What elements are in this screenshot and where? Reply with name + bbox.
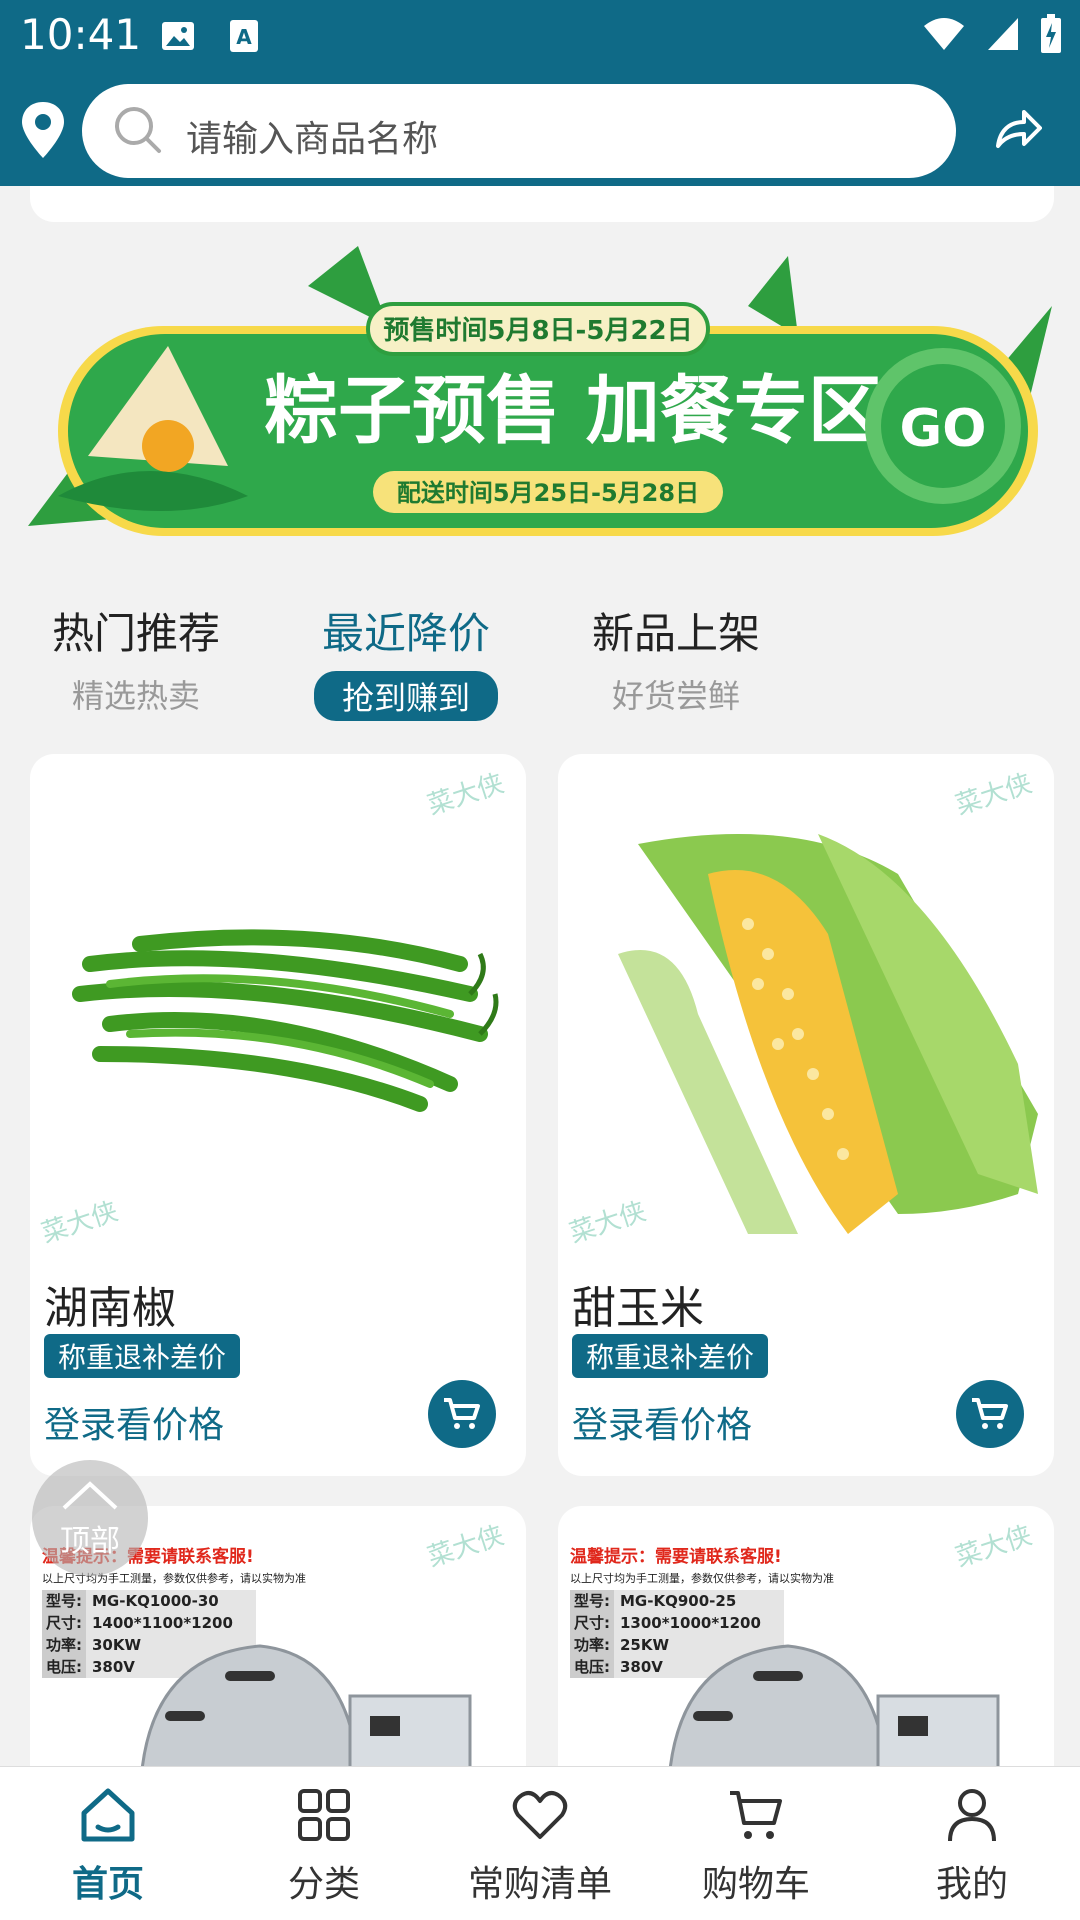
location-pin-icon[interactable] <box>20 100 66 160</box>
tab-sublabel: 精选热卖 <box>71 677 200 715</box>
spec-model: MG-KQ900-25 <box>614 1590 784 1612</box>
nav-favorites[interactable]: 常购清单 <box>432 1783 648 1907</box>
presale-time: 预售时间5月8日-5月22日 <box>383 315 692 346</box>
search-input[interactable]: 请输入商品名称 <box>82 84 956 178</box>
signal-icon <box>988 18 1018 50</box>
gallery-icon <box>162 22 194 50</box>
share-icon[interactable] <box>994 104 1042 152</box>
back-to-top-label: 顶部 <box>60 1524 120 1559</box>
banner-title: 粽子预售 加餐专区 <box>264 368 882 454</box>
user-icon <box>948 1789 996 1842</box>
grid-icon <box>298 1789 350 1841</box>
banner-art: 预售时间5月8日-5月22日 粽子预售 加餐专区 配送时间5月25日-5月28日… <box>28 246 1052 536</box>
watermark: 菜大侠 <box>952 1520 1036 1574</box>
watermark: 菜大侠 <box>424 1520 508 1574</box>
cart-icon <box>972 1398 1008 1429</box>
spec-key: 电压: <box>42 1656 86 1678</box>
spec-key: 功率: <box>42 1634 86 1656</box>
product-price[interactable]: 登录看价格 <box>572 1396 752 1448</box>
product-name: 甜玉米 <box>572 1283 704 1334</box>
watermark: 菜大侠 <box>424 768 508 822</box>
bottom-nav: 首页 分类 常购清单 购物车 我的 <box>0 1766 1080 1920</box>
back-to-top-button[interactable]: 顶部 <box>32 1460 148 1576</box>
app-header: 10:41 A 请输入商品名称 <box>0 0 1080 186</box>
go-button-label: GO <box>900 399 987 459</box>
battery-charging-icon <box>1041 14 1061 53</box>
product-price[interactable]: 登录看价格 <box>44 1396 224 1448</box>
chevron-up-icon <box>62 1481 118 1510</box>
cart-icon <box>444 1398 480 1429</box>
watermark: 菜大侠 <box>38 1196 122 1250</box>
spec-key: 尺寸: <box>570 1612 614 1634</box>
category-card <box>30 186 1054 222</box>
spec-key: 功率: <box>570 1634 614 1656</box>
search-placeholder: 请输入商品名称 <box>186 119 439 160</box>
product-card[interactable]: 菜大侠 菜大侠 甜玉米 称重退补差价 登录看价格 <box>558 754 1054 1476</box>
product-image-corn <box>618 834 1038 1234</box>
product-tag: 称重退补差价 <box>44 1334 241 1378</box>
keyboard-a-icon: A <box>230 20 258 52</box>
dragon-boat-banner[interactable]: 预售时间5月8日-5月22日 粽子预售 加餐专区 配送时间5月25日-5月28日… <box>28 246 1052 546</box>
product-name: 湖南椒 <box>44 1283 176 1334</box>
add-to-cart-button[interactable] <box>428 1380 496 1448</box>
product-card[interactable]: 菜大侠 菜大侠 湖南椒 称重退补差价 登录看价格 <box>30 754 526 1476</box>
nav-label: 常购清单 <box>467 1864 612 1905</box>
heart-icon <box>512 1791 568 1839</box>
tab-price-drop[interactable]: 最近降价 抢到赚到 <box>296 600 516 721</box>
nav-label: 首页 <box>71 1864 144 1905</box>
delivery-time: 配送时间5月25日-5月28日 <box>397 479 699 507</box>
status-time: 10:41 <box>20 10 142 59</box>
status-bar: 10:41 A <box>0 0 1080 72</box>
nav-label: 分类 <box>287 1864 360 1905</box>
product-card[interactable]: 菜大侠 温馨提示：需要请联系客服! 以上尺寸均为手工测量，参数仅供参考，请以实物… <box>558 1506 1054 1806</box>
nav-label: 购物车 <box>701 1864 810 1905</box>
home-icon <box>81 1788 135 1842</box>
tab-label: 新品上架 <box>591 609 760 658</box>
search-icon <box>115 107 161 153</box>
nav-cart[interactable]: 购物车 <box>648 1783 864 1907</box>
tab-hot[interactable]: 热门推荐 精选热卖 <box>26 600 246 717</box>
tab-sublabel: 好货尝鲜 <box>611 677 740 715</box>
nav-profile[interactable]: 我的 <box>864 1783 1080 1907</box>
product-tag: 称重退补差价 <box>572 1334 769 1378</box>
wifi-icon <box>924 18 964 50</box>
spec-warning: 温馨提示：需要请联系客服! <box>570 1547 782 1567</box>
svg-text:A: A <box>236 25 252 49</box>
cart-icon <box>730 1791 782 1839</box>
tab-label: 热门推荐 <box>51 609 220 658</box>
spec-key: 型号: <box>570 1590 614 1612</box>
add-to-cart-button[interactable] <box>956 1380 1024 1448</box>
spec-model: MG-KQ1000-30 <box>86 1590 256 1612</box>
nav-home[interactable]: 首页 <box>0 1783 216 1907</box>
product-image-peppers <box>72 929 499 1112</box>
tab-label: 最近降价 <box>321 609 490 658</box>
spec-note: 以上尺寸均为手工测量，参数仅供参考，请以实物为准 <box>570 1572 834 1585</box>
tab-new-arrivals[interactable]: 新品上架 好货尝鲜 <box>566 600 786 717</box>
spec-key: 型号: <box>42 1590 86 1612</box>
spec-key: 尺寸: <box>42 1612 86 1634</box>
nav-label: 我的 <box>935 1864 1008 1905</box>
tab-sublabel: 抢到赚到 <box>313 671 498 721</box>
spec-key: 电压: <box>570 1656 614 1678</box>
nav-category[interactable]: 分类 <box>216 1783 432 1907</box>
